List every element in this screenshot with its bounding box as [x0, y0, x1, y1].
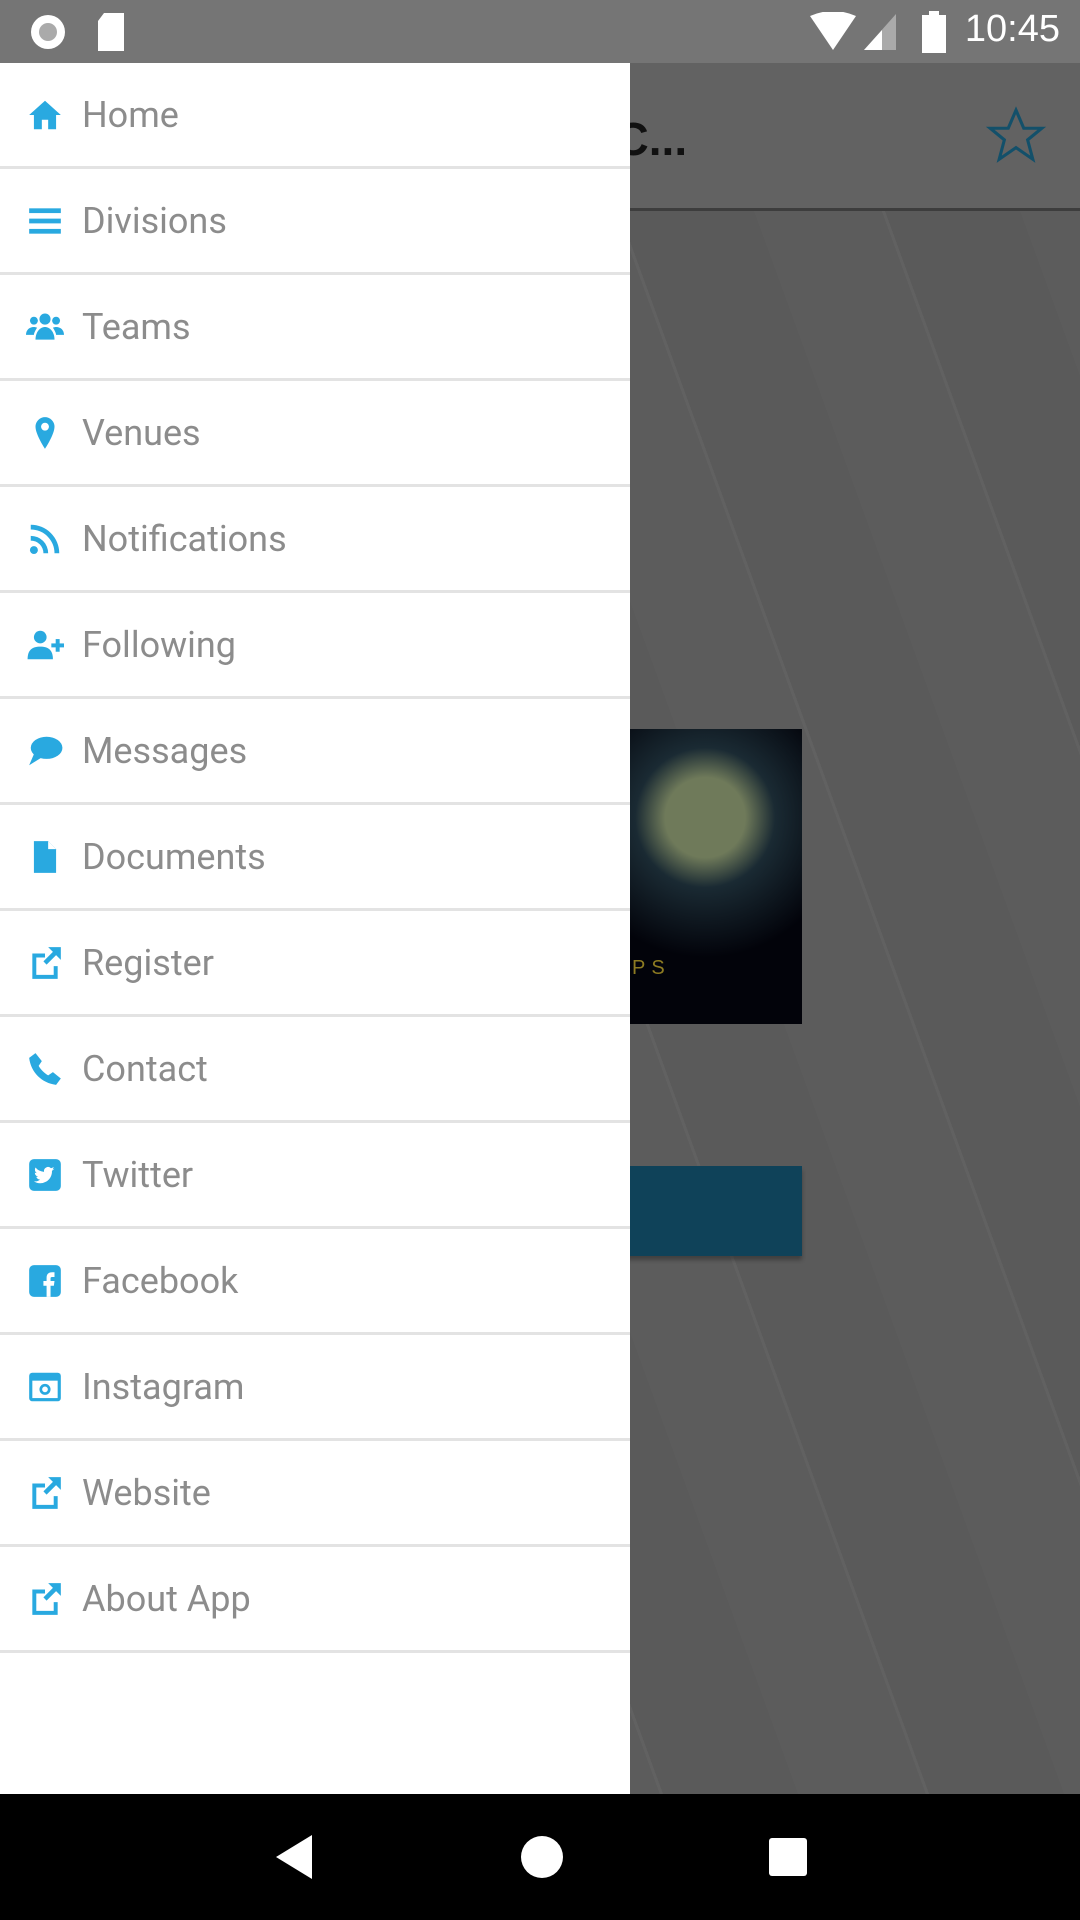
drawer-item-label: Venues — [82, 411, 201, 454]
external-link-icon — [26, 943, 84, 983]
twitter-icon — [26, 1155, 84, 1195]
drawer-item-venues[interactable]: Venues — [0, 381, 630, 487]
user-plus-icon — [26, 625, 84, 665]
drawer-item-label: Website — [82, 1471, 211, 1514]
list-icon — [26, 201, 84, 241]
drawer-item-label: Teams — [82, 305, 191, 348]
facebook-icon — [26, 1261, 84, 1301]
drawer-item-label: Messages — [82, 729, 248, 772]
drawer-item-label: Contact — [82, 1047, 208, 1090]
back-icon[interactable] — [272, 1833, 316, 1881]
drawer-item-twitter[interactable]: Twitter — [0, 1123, 630, 1229]
map-marker-icon — [26, 413, 84, 453]
sd-card-icon — [98, 12, 124, 51]
home-circle-icon[interactable] — [520, 1835, 564, 1879]
drawer-item-label: Facebook — [82, 1259, 239, 1302]
drawer-item-label: Register — [82, 941, 214, 984]
drawer-item-divisions[interactable]: Divisions — [0, 169, 630, 275]
drawer-item-label: About App — [82, 1577, 251, 1620]
poster-text: PS — [632, 957, 671, 979]
signal-icon — [864, 14, 896, 50]
home-icon — [26, 95, 84, 135]
file-icon — [26, 837, 84, 877]
drawer-item-following[interactable]: Following — [0, 593, 630, 699]
drawer-item-facebook[interactable]: Facebook — [0, 1229, 630, 1335]
record-icon — [31, 14, 65, 49]
drawer-item-label: Divisions — [82, 199, 227, 242]
drawer-item-label: Instagram — [82, 1365, 245, 1408]
drawer-item-website[interactable]: Website — [0, 1441, 630, 1547]
phone-icon — [26, 1049, 84, 1089]
drawer-item-register[interactable]: Register — [0, 911, 630, 1017]
drawer-item-label: Home — [82, 93, 179, 136]
drawer-item-label: Following — [82, 623, 237, 666]
drawer-item-documents[interactable]: Documents — [0, 805, 630, 911]
wifi-icon — [810, 12, 856, 50]
instagram-icon — [26, 1367, 84, 1407]
drawer-item-contact[interactable]: Contact — [0, 1017, 630, 1123]
comment-icon — [26, 731, 84, 771]
external-link-icon — [26, 1579, 84, 1619]
drawer-item-instagram[interactable]: Instagram — [0, 1335, 630, 1441]
battery-icon — [922, 11, 946, 53]
star-outline-icon[interactable] — [985, 105, 1047, 167]
drawer-item-label: Notifications — [82, 517, 287, 560]
drawer-item-label: Documents — [82, 835, 266, 878]
users-icon — [26, 307, 84, 347]
drawer-item-notifications[interactable]: Notifications — [0, 487, 630, 593]
navigation-drawer: Home Divisions Teams Venues Notifications Fol… — [0, 63, 630, 1794]
drawer-item-label: Twitter — [82, 1153, 194, 1196]
navigation-bar — [0, 1794, 1080, 1920]
status-bar: 10:45 — [0, 0, 1080, 63]
drawer-item-about-app[interactable]: About App — [0, 1547, 630, 1653]
drawer-item-messages[interactable]: Messages — [0, 699, 630, 805]
clock: 10:45 — [964, 8, 1060, 50]
recents-icon[interactable] — [768, 1837, 808, 1877]
external-link-icon — [26, 1473, 84, 1513]
drawer-item-home[interactable]: Home — [0, 63, 630, 169]
rss-icon — [26, 519, 84, 559]
drawer-item-teams[interactable]: Teams — [0, 275, 630, 381]
